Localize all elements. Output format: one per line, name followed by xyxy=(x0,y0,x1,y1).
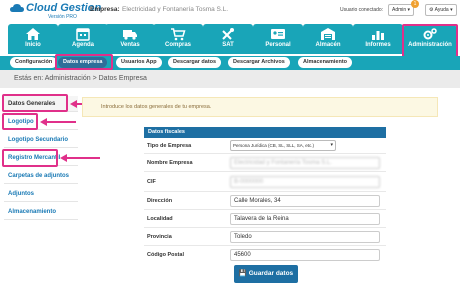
tab-inicio[interactable]: Inicio xyxy=(8,24,58,54)
subtab-almacenamiento[interactable]: Almacenamiento xyxy=(298,57,353,68)
cloud-icon xyxy=(10,4,24,12)
tab-label: Agenda xyxy=(71,42,94,48)
help-menu-button[interactable]: ⚙ Ayuda ▾ xyxy=(425,4,457,16)
highlight-logotipo xyxy=(2,113,38,130)
row-localidad: Localidad Talavera de la Reina xyxy=(144,210,386,228)
tab-ventas[interactable]: Ventas xyxy=(105,24,155,54)
row-tipo-empresa: Tipo de Empresa Persona Jurídica (CB, SL… xyxy=(144,138,386,154)
sidebar-item-almacenamiento[interactable]: Almacenamiento xyxy=(4,204,78,220)
tab-label: Compras xyxy=(164,42,191,48)
localidad-label: Localidad xyxy=(147,216,173,222)
arrow-line xyxy=(66,157,100,159)
logo[interactable]: Cloud Gestion Versión PRO xyxy=(8,2,101,22)
sidebar-item-logotipo-secundario[interactable]: Logotipo Secundario xyxy=(4,132,78,148)
tab-label: SAT xyxy=(222,42,234,48)
tab-almacen[interactable]: Almacén xyxy=(303,24,353,54)
main-nav: Inicio Agenda Ventas Compras SAT Persona… xyxy=(0,24,460,58)
tab-label: Inicio xyxy=(25,42,41,48)
id-card-icon xyxy=(271,29,285,39)
highlight-administracion xyxy=(402,24,458,58)
subtab-descargar-datos[interactable]: Descargar datos xyxy=(168,57,222,68)
top-bar: Cloud Gestion Versión PRO Empresa: Elect… xyxy=(0,0,460,24)
logo-subtitle: Versión PRO xyxy=(48,14,77,20)
cif-label: CIF xyxy=(147,179,156,185)
chevron-down-icon: ▾ xyxy=(330,142,333,148)
arrow-line xyxy=(46,121,76,123)
row-direccion: Dirección Calle Morales, 34 xyxy=(144,192,386,210)
direccion-field[interactable]: Calle Morales, 34 xyxy=(230,195,380,207)
tab-label: Almacén xyxy=(315,42,341,48)
chart-icon xyxy=(372,31,384,40)
section-title: Datos fiscales xyxy=(144,127,386,138)
row-provincia: Provincia Toledo xyxy=(144,228,386,246)
subtab-descargar-archivos[interactable]: Descargar Archivos xyxy=(228,57,290,68)
notification-badge: 1 xyxy=(411,0,419,8)
breadcrumb: Estás en: Administración > Datos Empresa xyxy=(0,70,460,88)
tipo-empresa-label: Tipo de Empresa xyxy=(147,143,192,149)
tab-informes[interactable]: Informes xyxy=(353,24,403,54)
codigo-postal-field[interactable]: 45600 xyxy=(230,249,380,261)
user-menu-button[interactable]: Admin ▾ xyxy=(388,4,415,16)
highlight-registro-mercantil xyxy=(2,149,58,167)
sidebar-item-adjuntos[interactable]: Adjuntos xyxy=(4,186,78,202)
calendar-icon xyxy=(76,28,90,41)
tipo-empresa-value: Persona Jurídica (CB, SL, SLL, SA, etc.) xyxy=(233,143,315,148)
truck-icon xyxy=(123,30,137,40)
nombre-empresa-label: Nombre Empresa xyxy=(147,160,193,166)
codigo-postal-label: Código Postal xyxy=(147,252,184,258)
arrow-head-icon xyxy=(70,100,77,108)
tab-sat[interactable]: SAT xyxy=(203,24,253,54)
user-label: Usuario conectado: xyxy=(340,7,384,13)
tab-personal[interactable]: Personal xyxy=(253,24,303,54)
warehouse-icon xyxy=(321,28,335,40)
tab-label: Ventas xyxy=(120,42,140,48)
tools-icon xyxy=(222,28,234,40)
row-codigo-postal: Código Postal 45600 xyxy=(144,246,386,264)
info-message: Introduce los datos generales de tu empr… xyxy=(82,97,438,117)
save-button[interactable]: 💾 Guardar datos xyxy=(234,265,298,283)
tab-agenda[interactable]: Agenda xyxy=(58,24,108,54)
tab-label: Personal xyxy=(265,42,291,48)
subtab-configuracion[interactable]: Configuración xyxy=(10,57,58,68)
highlight-datos-empresa xyxy=(55,54,113,70)
company-label: Empresa: xyxy=(90,6,120,13)
arrow-head-icon xyxy=(60,154,67,162)
tipo-empresa-select[interactable]: Persona Jurídica (CB, SL, SLL, SA, etc.)… xyxy=(230,140,336,151)
nombre-empresa-field[interactable]: Electricidad y Fontanería Tosma S.L. xyxy=(230,157,380,169)
localidad-field[interactable]: Talavera de la Reina xyxy=(230,213,380,225)
provincia-label: Provincia xyxy=(147,234,172,240)
subtab-usuarios-app[interactable]: Usuarios App xyxy=(116,57,162,68)
tab-compras[interactable]: Compras xyxy=(153,24,203,54)
company-name: Electricidad y Fontanería Tosma S.L. xyxy=(122,6,229,13)
cif-field[interactable]: B-0000000 xyxy=(230,176,380,188)
cart-icon xyxy=(171,28,186,41)
row-nombre-empresa: Nombre Empresa Electricidad y Fontanería… xyxy=(144,154,386,172)
sidebar-item-carpetas-adjuntos[interactable]: Carpetas de adjuntos xyxy=(4,168,78,184)
row-cif: CIF B-0000000 xyxy=(144,172,386,192)
highlight-datos-generales xyxy=(2,94,68,112)
provincia-field[interactable]: Toledo xyxy=(230,231,380,243)
arrow-head-icon xyxy=(40,118,47,126)
home-icon xyxy=(26,28,40,40)
tab-label: Informes xyxy=(365,42,391,48)
direccion-label: Dirección xyxy=(147,198,173,204)
sub-nav: Configuración Datos empresa Usuarios App… xyxy=(0,54,460,70)
